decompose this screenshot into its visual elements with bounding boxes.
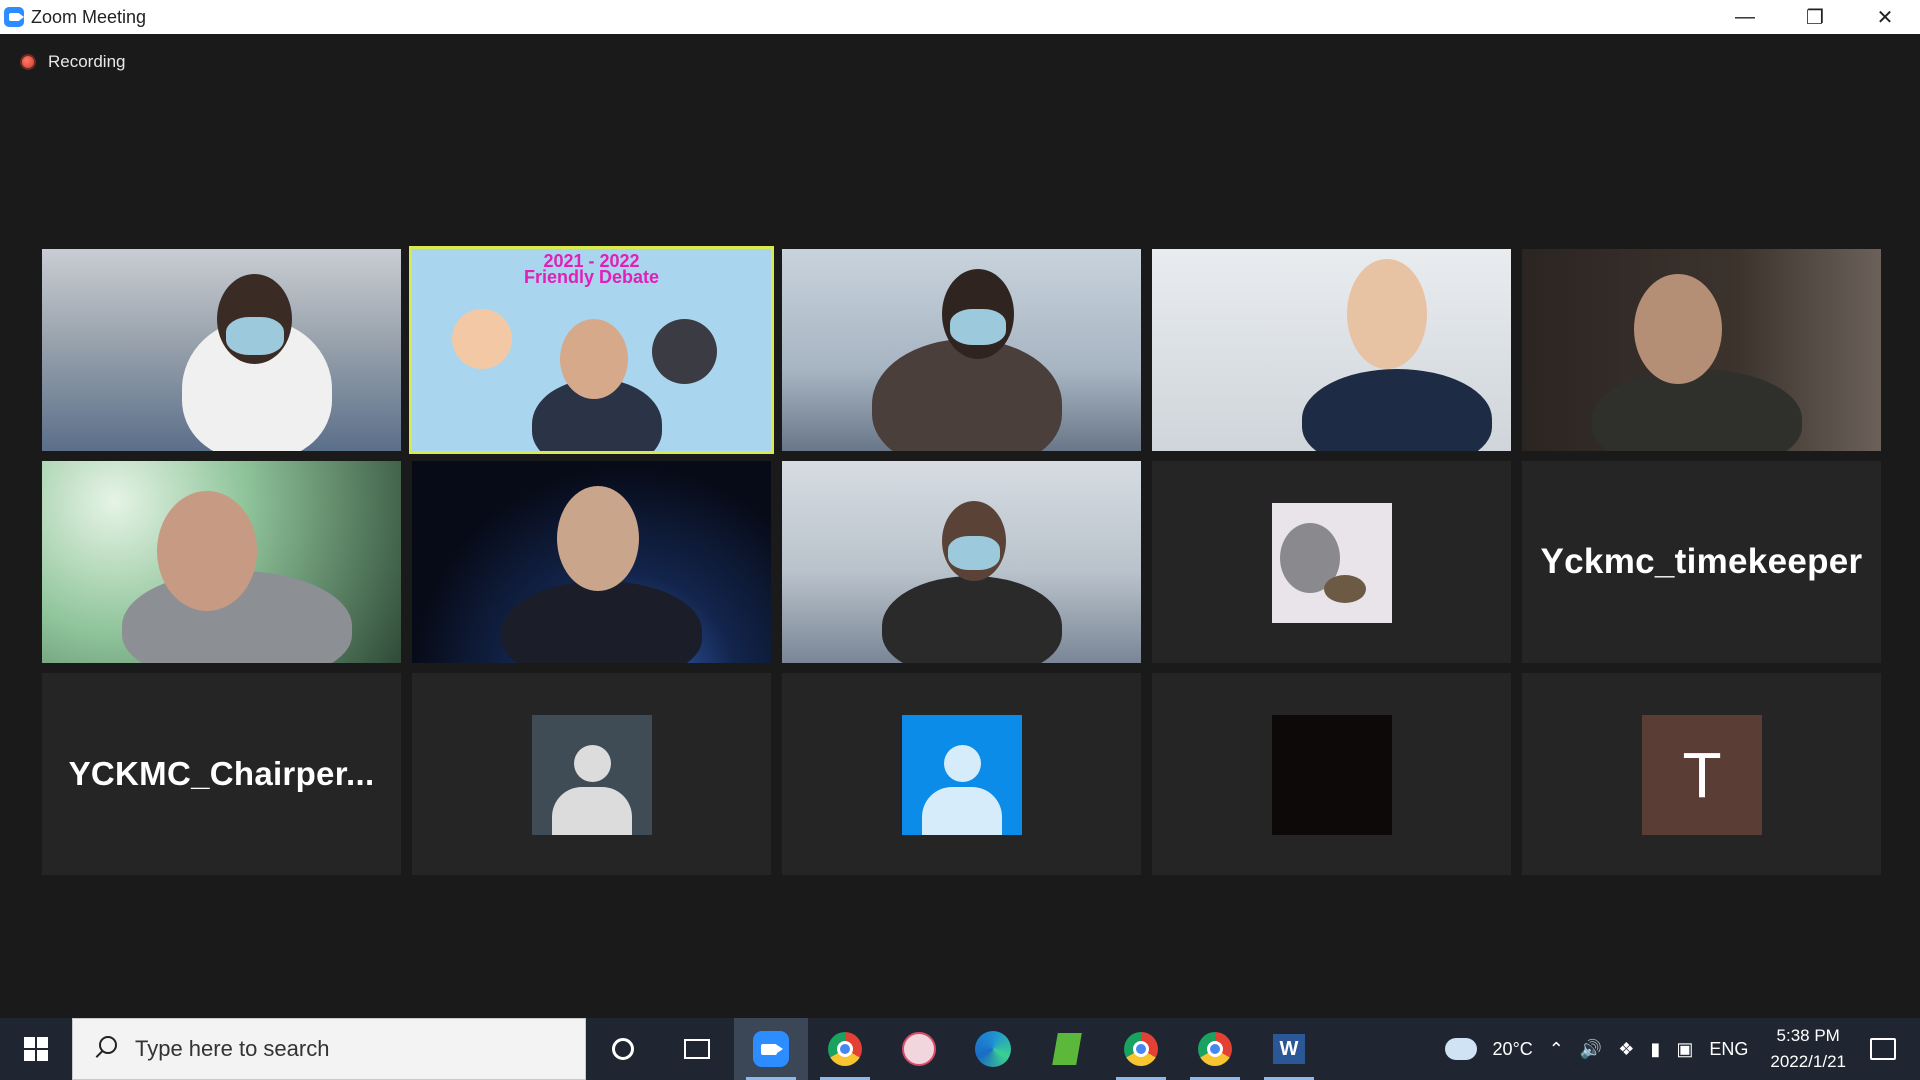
recording-dot-icon xyxy=(20,54,36,70)
windows-taskbar: Type here to search W 20°C ⌃ 🔊 ❖ ▮ ▣ ENG… xyxy=(0,1018,1920,1080)
cortana-button[interactable] xyxy=(586,1018,660,1080)
taskbar-apps: W xyxy=(586,1018,1326,1080)
video-feed xyxy=(1522,249,1881,451)
chrome-profile-icon xyxy=(1124,1032,1158,1066)
weather-cloud-icon[interactable] xyxy=(1444,1038,1477,1060)
chrome-icon xyxy=(1198,1032,1232,1066)
weather-temperature[interactable]: 20°C xyxy=(1493,1039,1533,1060)
dropbox-icon[interactable]: ❖ xyxy=(1618,1039,1634,1060)
video-feed xyxy=(782,461,1141,663)
cortana-icon xyxy=(612,1038,634,1060)
meeting-area: Recording 2021 - 2022 Friendly Debate Yc… xyxy=(0,34,1920,1018)
name-tile-timekeeper[interactable]: Yckmc_timekeeper xyxy=(1522,461,1881,663)
avatar-tile-letter[interactable]: T xyxy=(1522,673,1881,875)
restore-button[interactable]: ❐ xyxy=(1780,0,1850,34)
video-tile-5[interactable] xyxy=(1522,249,1881,451)
video-feed xyxy=(1152,249,1511,451)
chrome-profile-taskbar-button[interactable] xyxy=(1104,1018,1178,1080)
task-view-icon xyxy=(684,1039,710,1059)
clock-time: 5:38 PM xyxy=(1776,1026,1840,1045)
close-button[interactable]: ✕ xyxy=(1850,0,1920,34)
task-view-button[interactable] xyxy=(660,1018,734,1080)
battery-icon[interactable]: ▮ xyxy=(1650,1039,1660,1060)
video-tile-3[interactable] xyxy=(782,249,1141,451)
chevron-up-icon[interactable]: ⌃ xyxy=(1549,1039,1564,1060)
system-tray: 20°C ⌃ 🔊 ❖ ▮ ▣ ENG 5:38 PM 2022/1/21 xyxy=(1437,1018,1920,1080)
zoom-app-icon xyxy=(4,7,24,27)
snip-icon xyxy=(902,1032,936,1066)
chrome-2-taskbar-button[interactable] xyxy=(1178,1018,1252,1080)
debate-banner: 2021 - 2022 Friendly Debate xyxy=(523,251,660,287)
volume-icon[interactable]: 🔊 xyxy=(1580,1039,1602,1060)
start-button[interactable] xyxy=(0,1018,72,1080)
window-controls: — ❐ ✕ xyxy=(1710,0,1920,34)
video-tile-6[interactable] xyxy=(42,461,401,663)
video-feed xyxy=(412,461,771,663)
zoom-taskbar-button[interactable] xyxy=(734,1018,808,1080)
participant-name: Yckmc_timekeeper xyxy=(1540,542,1863,581)
participant-name: YCKMC_Chairper... xyxy=(68,755,375,792)
word-icon: W xyxy=(1273,1034,1305,1064)
video-feed xyxy=(782,249,1141,451)
chrome-taskbar-button[interactable] xyxy=(808,1018,882,1080)
default-user-avatar-icon xyxy=(532,715,652,835)
language-indicator[interactable]: ENG xyxy=(1709,1039,1748,1060)
green-app-icon xyxy=(1052,1033,1082,1065)
zoom-icon xyxy=(753,1031,789,1067)
letter-avatar: T xyxy=(1642,715,1762,835)
clock[interactable]: 5:38 PM 2022/1/21 xyxy=(1770,1023,1846,1075)
avatar-tile-gray[interactable] xyxy=(412,673,771,875)
search-placeholder: Type here to search xyxy=(135,1036,330,1061)
snip-taskbar-button[interactable] xyxy=(882,1018,956,1080)
recording-label: Recording xyxy=(48,52,126,71)
minimize-button[interactable]: — xyxy=(1710,0,1780,34)
title-bar: Zoom Meeting — ❐ ✕ xyxy=(0,0,1920,34)
network-icon[interactable]: ▣ xyxy=(1676,1039,1693,1060)
video-tile-8[interactable] xyxy=(782,461,1141,663)
avatar-tile-black[interactable] xyxy=(1152,673,1511,875)
video-feed: 2021 - 2022 Friendly Debate xyxy=(412,249,771,451)
window-title: Zoom Meeting xyxy=(31,6,147,27)
video-tile-1[interactable] xyxy=(42,249,401,451)
avatar-tile-blue[interactable] xyxy=(782,673,1141,875)
edge-taskbar-button[interactable] xyxy=(956,1018,1030,1080)
word-taskbar-button[interactable]: W xyxy=(1252,1018,1326,1080)
edge-icon xyxy=(975,1031,1011,1067)
taskbar-search-box[interactable]: Type here to search xyxy=(72,1018,586,1080)
name-tile-chairperson[interactable]: YCKMC_Chairper... xyxy=(42,673,401,875)
video-feed xyxy=(42,461,401,663)
profile-photo-avatar xyxy=(1272,503,1392,623)
notification-center-icon[interactable] xyxy=(1870,1038,1896,1060)
chrome-icon xyxy=(828,1032,862,1066)
video-feed xyxy=(42,249,401,451)
video-tile-9[interactable] xyxy=(1152,461,1511,663)
clock-date: 2022/1/21 xyxy=(1770,1052,1846,1071)
recording-indicator: Recording xyxy=(20,52,126,72)
video-tile-2-active-speaker[interactable]: 2021 - 2022 Friendly Debate xyxy=(409,246,774,454)
video-tile-4[interactable] xyxy=(1152,249,1511,451)
black-avatar xyxy=(1272,715,1392,835)
default-user-avatar-icon xyxy=(902,715,1022,835)
video-tile-7[interactable] xyxy=(412,461,771,663)
green-app-taskbar-button[interactable] xyxy=(1030,1018,1104,1080)
search-icon xyxy=(93,1036,119,1062)
windows-logo-icon xyxy=(24,1037,48,1061)
